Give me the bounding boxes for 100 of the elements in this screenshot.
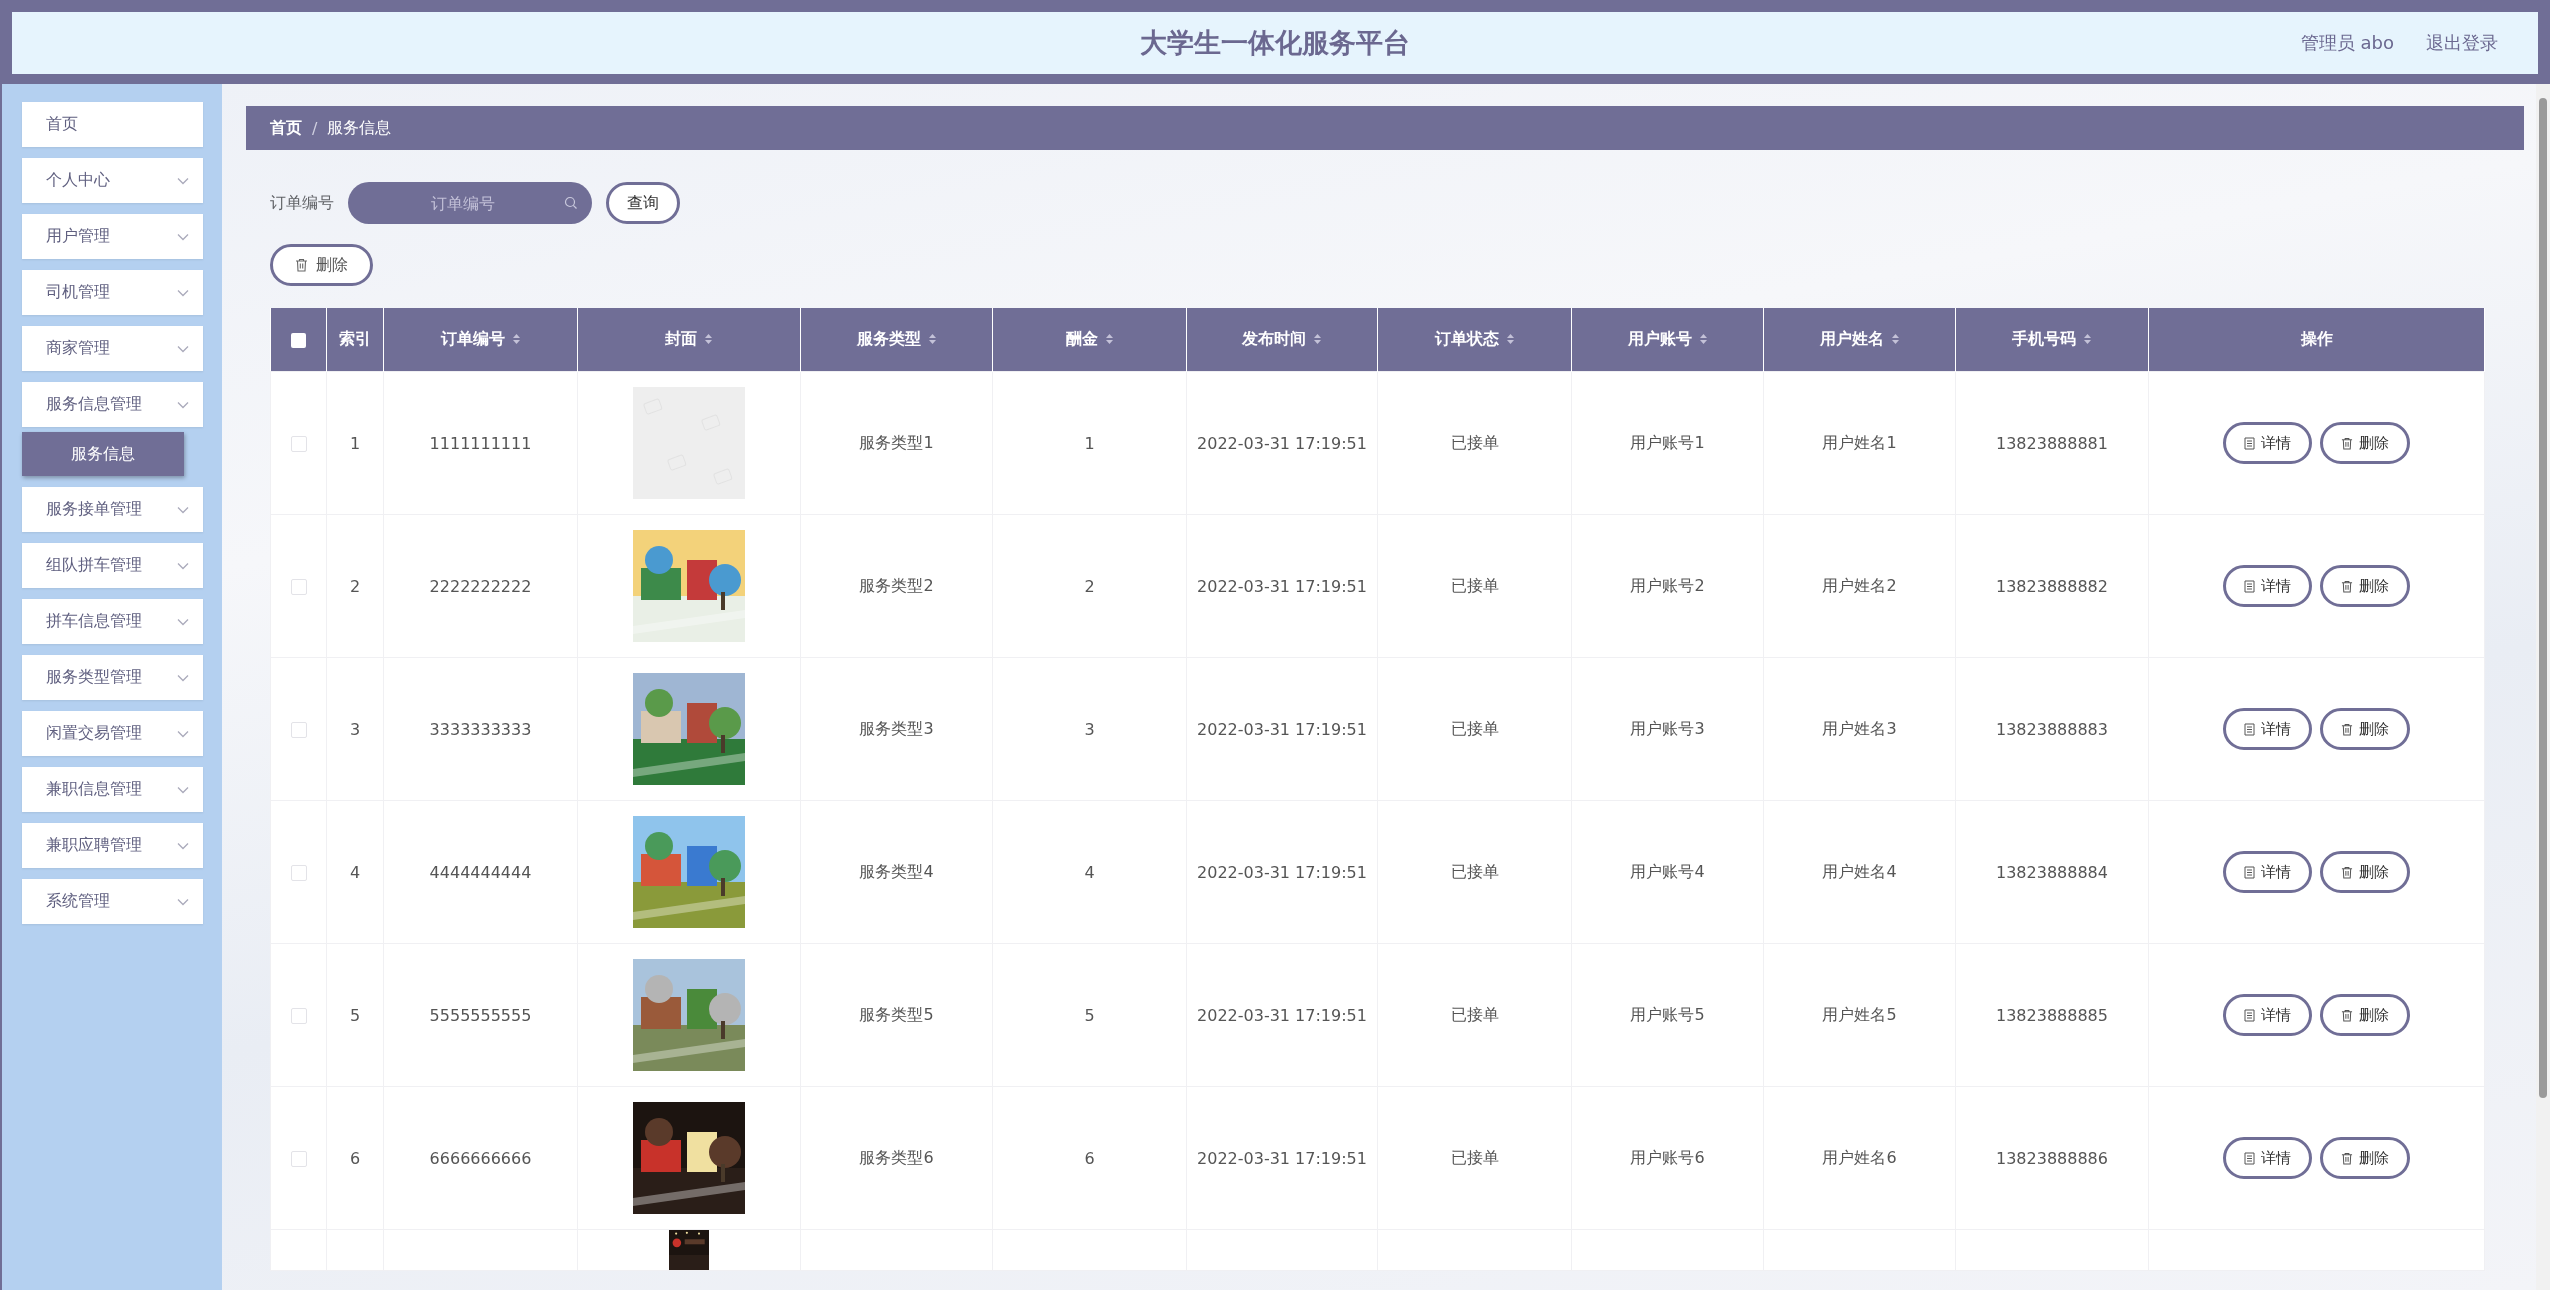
document-icon	[2244, 722, 2255, 736]
sidebar-item[interactable]: 首页	[22, 102, 203, 147]
table-cell: 用户账号4	[1630, 861, 1705, 881]
column-header[interactable]: 订单状态	[1377, 308, 1572, 372]
chevron-icon	[177, 673, 189, 682]
table-cell: 已接单	[1450, 575, 1499, 595]
table-cell: 用户姓名1	[1822, 432, 1897, 452]
row-checkbox[interactable]	[290, 722, 307, 738]
chevron-icon	[177, 561, 189, 570]
sidebar-item[interactable]: 兼职应聘管理	[22, 823, 203, 868]
sidebar-subitem[interactable]: 服务信息	[22, 432, 184, 476]
chevron-icon	[177, 400, 189, 409]
details-button[interactable]: 详情	[2223, 994, 2312, 1036]
delete-button[interactable]: 删除	[2320, 708, 2410, 750]
table-cell: 6	[349, 1148, 361, 1168]
details-button[interactable]: 详情	[2223, 422, 2312, 464]
row-checkbox[interactable]	[290, 1151, 307, 1167]
document-icon	[2244, 865, 2255, 879]
table-cell: 13823888886	[1996, 1148, 2108, 1168]
table-cell: 13823888882	[1996, 576, 2108, 596]
delete-button[interactable]: 删除	[2320, 422, 2410, 464]
trash-icon	[2341, 865, 2353, 879]
delete-button[interactable]: 删除	[2320, 1137, 2410, 1179]
table-cell: 用户账号5	[1630, 1004, 1705, 1024]
column-header[interactable]: 用户账号	[1571, 308, 1764, 372]
scrollbar[interactable]	[2536, 84, 2550, 1290]
chevron-icon	[177, 729, 189, 738]
delete-button[interactable]: 删除	[2320, 994, 2410, 1036]
table-cell: 用户账号6	[1630, 1147, 1705, 1167]
trash-icon	[2341, 436, 2353, 450]
sidebar-item[interactable]: 兼职信息管理	[22, 767, 203, 812]
details-button[interactable]: 详情	[2223, 851, 2312, 893]
column-header[interactable]: 手机号码	[1955, 308, 2149, 372]
table-cell: 服务类型5	[859, 1004, 934, 1024]
table-cell: 服务类型6	[859, 1147, 934, 1167]
sidebar-item[interactable]: 服务接单管理	[22, 487, 203, 532]
column-header[interactable]: 操作	[2148, 308, 2485, 372]
app-title: 大学生一体化服务平台	[1140, 26, 1410, 60]
details-button[interactable]: 详情	[2223, 708, 2312, 750]
sidebar-item[interactable]: 商家管理	[22, 326, 203, 371]
column-header[interactable]: 发布时间	[1186, 308, 1378, 372]
delete-button[interactable]: 删除	[270, 244, 373, 286]
row-checkbox[interactable]	[290, 1008, 307, 1024]
chevron-icon	[177, 288, 189, 297]
sidebar-item[interactable]: 闲置交易管理	[22, 711, 203, 756]
details-button[interactable]: 详情	[2223, 1137, 2312, 1179]
table-cell: 3	[1084, 719, 1095, 739]
sidebar-item[interactable]: 服务信息管理	[22, 382, 203, 427]
document-icon	[2244, 1008, 2255, 1022]
details-button[interactable]: 详情	[2223, 565, 2312, 607]
sort-icon	[1890, 333, 1900, 345]
search-icon	[564, 196, 578, 210]
table-cell: 用户账号2	[1630, 575, 1705, 595]
table-cell: 13823888881	[1996, 433, 2108, 453]
column-header[interactable]: 索引	[326, 308, 384, 372]
sidebar-item[interactable]: 服务类型管理	[22, 655, 203, 700]
row-checkbox[interactable]	[290, 436, 307, 452]
table-cell: 2022-03-31 17:19:51	[1197, 1148, 1367, 1168]
column-header[interactable]: 用户姓名	[1763, 308, 1956, 372]
document-icon	[2244, 1151, 2255, 1165]
chevron-icon	[177, 232, 189, 241]
table-cell: 6666666666	[429, 1148, 532, 1168]
trash-icon	[2341, 722, 2353, 736]
trash-icon	[2341, 579, 2353, 593]
query-button[interactable]: 查询	[606, 182, 680, 224]
table-cell: 3333333333	[429, 719, 532, 739]
breadcrumb-link[interactable]: 服务信息	[327, 117, 392, 139]
table-cell: 1111111111	[429, 433, 532, 453]
sidebar-item[interactable]: 用户管理	[22, 214, 203, 259]
table-cell: 2222222222	[429, 576, 532, 596]
delete-button[interactable]: 删除	[2320, 565, 2410, 607]
delete-button[interactable]: 删除	[2320, 851, 2410, 893]
column-header[interactable]: 酬金	[992, 308, 1187, 372]
sort-icon	[1505, 333, 1515, 345]
sidebar-item[interactable]: 个人中心	[22, 158, 203, 203]
chevron-icon	[177, 785, 189, 794]
table-cell: 服务类型4	[859, 861, 934, 881]
table-cell: 已接单	[1450, 861, 1499, 881]
row-checkbox[interactable]	[290, 579, 307, 595]
select-all-checkbox[interactable]	[290, 333, 306, 348]
column-header[interactable]: 封面	[577, 308, 801, 372]
table-cell: 用户姓名2	[1822, 575, 1897, 595]
sidebar-item[interactable]: 组队拼车管理	[22, 543, 203, 588]
column-header[interactable]: 订单编号	[383, 308, 578, 372]
sidebar-item[interactable]: 司机管理	[22, 270, 203, 315]
table-cell: 1	[1084, 433, 1095, 453]
search-field[interactable]: 订单编号	[348, 182, 592, 224]
breadcrumb-link[interactable]: 首页	[270, 117, 302, 139]
table-cell: 用户姓名5	[1822, 1004, 1897, 1024]
sort-icon	[1104, 333, 1114, 345]
trash-icon	[2341, 1151, 2353, 1165]
table-cell: 2022-03-31 17:19:51	[1197, 719, 1367, 739]
document-icon	[2244, 579, 2255, 593]
column-header[interactable]: 服务类型	[800, 308, 993, 372]
table-cell: 6	[1084, 1148, 1095, 1168]
logout-link[interactable]: 退出登录	[2426, 31, 2498, 55]
sidebar-item[interactable]: 系统管理	[22, 879, 203, 924]
table-cell: 用户账号1	[1630, 432, 1705, 452]
row-checkbox[interactable]	[290, 865, 307, 881]
sidebar-item[interactable]: 拼车信息管理	[22, 599, 203, 644]
